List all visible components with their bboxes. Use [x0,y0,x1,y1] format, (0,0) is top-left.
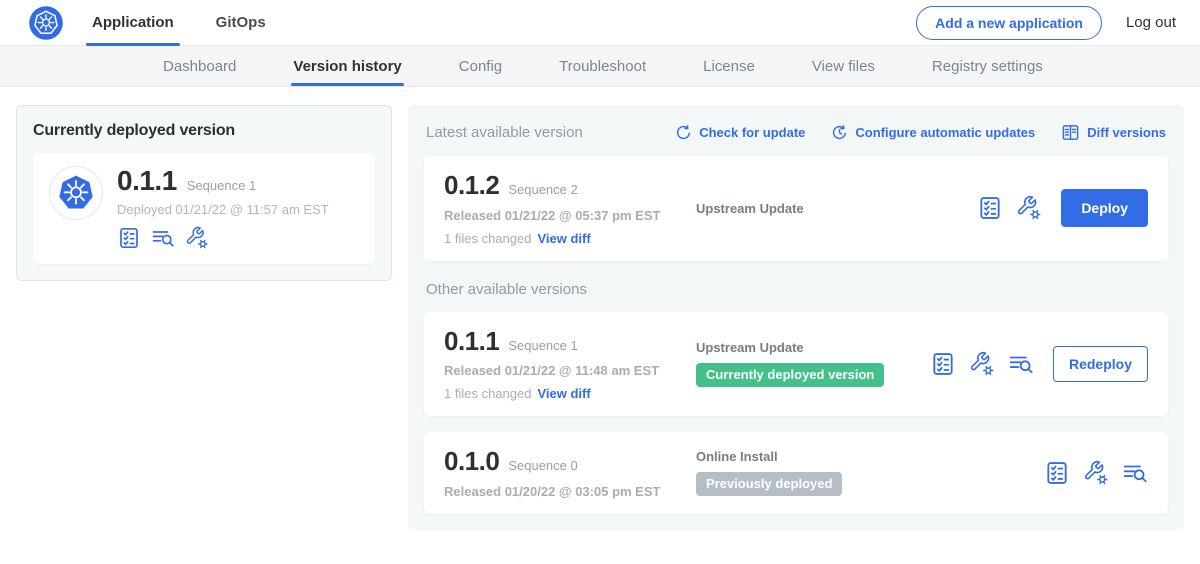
currently-deployed-badge: Currently deployed version [696,363,884,387]
deployed-card-title: Currently deployed version [33,122,375,140]
sequence-label: Sequence 2 [508,182,577,197]
deployed-info: 0.1.1 Sequence 1 Deployed 01/21/22 @ 11:… [117,166,329,250]
version-source: Upstream Update [696,340,930,355]
subnav-tab-troubleshoot[interactable]: Troubleshoot [559,46,646,86]
app-subnav: Dashboard Version history Config Trouble… [0,46,1200,87]
deployed-version-number: 0.1.1 [117,166,177,195]
view-diff-link[interactable]: View diff [537,231,590,246]
check-for-update-link[interactable]: Check for update [675,124,805,141]
add-application-button[interactable]: Add a new application [916,6,1102,40]
clock-update-icon [831,124,848,141]
subnav-tab-registry-settings[interactable]: Registry settings [932,46,1043,86]
panel-header: Latest available version Check for updat… [426,123,1166,142]
subnav-tab-view-files[interactable]: View files [812,46,875,86]
app-avatar [49,166,103,220]
other-versions-title: Other available versions [426,281,1166,298]
subnav-tab-config[interactable]: Config [459,46,502,86]
version-source: Upstream Update [696,201,977,216]
currently-deployed-card: Currently deployed version 0.1.1 Sequenc… [16,105,392,281]
tab-gitops[interactable]: GitOps [216,0,266,46]
main-content: Currently deployed version 0.1.1 Sequenc… [0,87,1200,530]
released-timestamp: Released 01/21/22 @ 05:37 pm EST [444,208,696,223]
preflight-checks-icon[interactable] [117,226,141,250]
version-number: 0.1.2 [444,171,499,200]
version-history-panel: Latest available version Check for updat… [408,105,1184,530]
primary-nav: Application GitOps [92,0,308,46]
kubernetes-logo-icon [28,5,64,41]
version-number: 0.1.1 [444,327,499,356]
edit-config-icon[interactable] [1083,460,1109,486]
sequence-label: Sequence 0 [508,458,577,473]
tab-application-label: Application [92,14,174,31]
refresh-icon [675,124,692,141]
preflight-checks-icon[interactable] [1044,460,1070,486]
version-number: 0.1.0 [444,447,499,476]
released-timestamp: Released 01/21/22 @ 11:48 am EST [444,363,696,378]
deployed-sequence-label: Sequence 1 [187,178,256,193]
header-actions: Add a new application Log out [916,6,1176,40]
subnav-tab-license[interactable]: License [703,46,755,86]
subnav-tab-dashboard[interactable]: Dashboard [163,46,236,86]
deployed-icon-row [117,226,329,250]
deploy-logs-icon[interactable] [1008,351,1034,377]
deploy-logs-icon[interactable] [1122,460,1148,486]
configure-automatic-updates-link[interactable]: Configure automatic updates [831,124,1035,141]
preflight-checks-icon[interactable] [930,351,956,377]
version-row-0-1-2: 0.1.2 Sequence 2 Released 01/21/22 @ 05:… [424,156,1168,261]
deployed-timestamp: Deployed 01/21/22 @ 11:57 am EST [117,202,329,217]
edit-config-icon[interactable] [1016,195,1042,221]
version-row-0-1-0: 0.1.0 Sequence 0 Released 01/20/22 @ 03:… [424,432,1168,514]
diff-icon [1061,123,1080,142]
tab-application[interactable]: Application [92,0,174,46]
version-row-0-1-1: 0.1.1 Sequence 1 Released 01/21/22 @ 11:… [424,312,1168,417]
app-header: Application GitOps Add a new application… [0,0,1200,46]
version-source: Online Install [696,449,1044,464]
released-timestamp: Released 01/20/22 @ 03:05 pm EST [444,484,696,499]
tab-gitops-label: GitOps [216,14,266,31]
subnav-tab-version-history[interactable]: Version history [293,46,401,86]
diff-versions-link[interactable]: Diff versions [1061,123,1166,142]
logout-link[interactable]: Log out [1126,14,1176,31]
view-diff-link[interactable]: View diff [537,386,590,401]
redeploy-button[interactable]: Redeploy [1053,346,1148,382]
edit-config-icon[interactable] [185,226,209,250]
latest-version-title: Latest available version [426,124,583,141]
files-changed-label: 1 files changed [444,231,531,246]
sequence-label: Sequence 1 [508,338,577,353]
files-changed-label: 1 files changed [444,386,531,401]
edit-config-icon[interactable] [969,351,995,377]
deploy-logs-icon[interactable] [151,226,175,250]
panel-actions: Check for update Configure automatic upd… [675,123,1166,142]
deployed-version-card: 0.1.1 Sequence 1 Deployed 01/21/22 @ 11:… [33,153,375,264]
preflight-checks-icon[interactable] [977,195,1003,221]
deploy-button[interactable]: Deploy [1061,189,1148,227]
previously-deployed-badge: Previously deployed [696,472,842,496]
